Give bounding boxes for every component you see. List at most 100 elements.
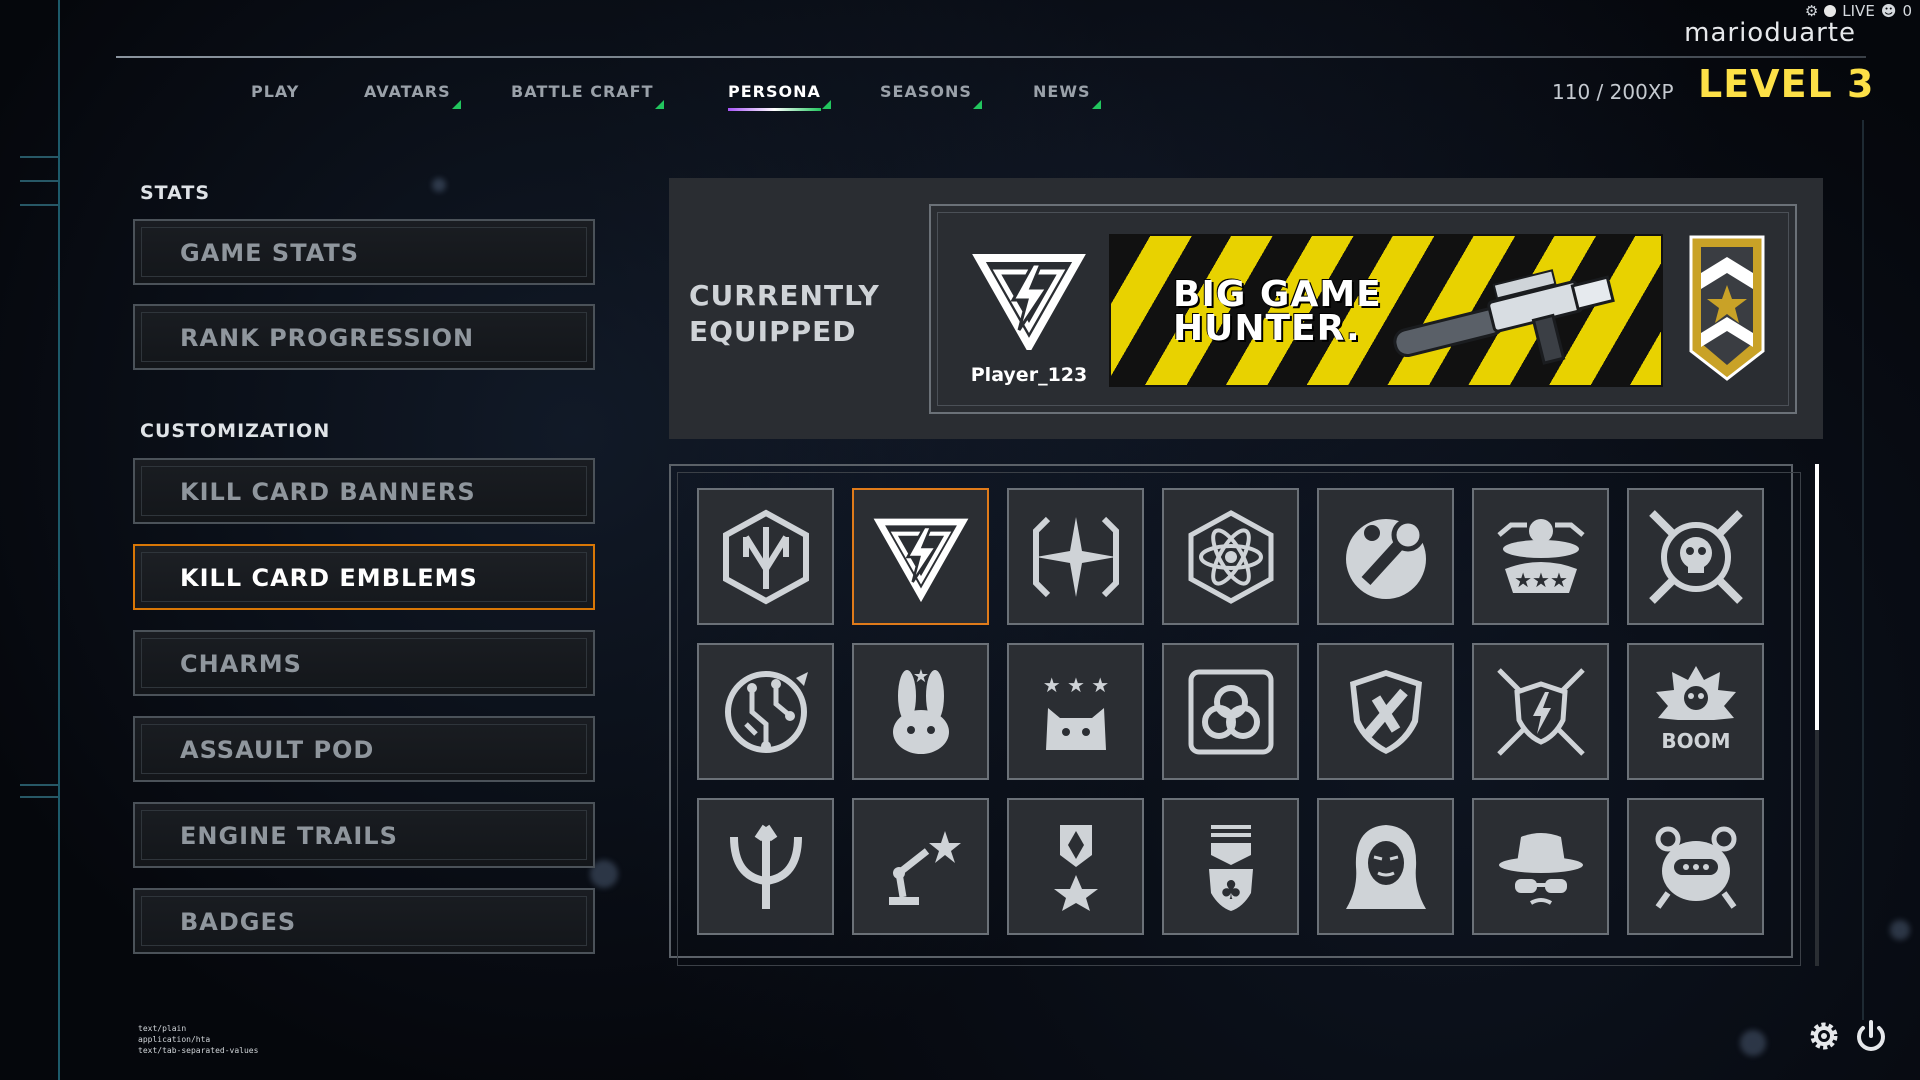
button-label: KILL CARD EMBLEMS (180, 564, 478, 592)
rocket-shield-icon (1349, 669, 1422, 754)
emblem-cell[interactable] (1162, 643, 1299, 780)
button-label: KILL CARD BANNERS (180, 478, 476, 506)
tab-label: BATTLE CRAFT (511, 82, 654, 101)
space-dust (1890, 920, 1910, 940)
svg-text:★★★: ★★★ (1514, 568, 1568, 592)
customization-heading: CUSTOMIZATION (140, 420, 331, 442)
stats-heading: STATS (140, 182, 211, 204)
emblem-cell[interactable] (1627, 798, 1764, 935)
charms-button[interactable]: CHARMS (133, 630, 595, 696)
banner-line: BIG GAME (1173, 274, 1382, 315)
emblem-scrollbar[interactable] (1815, 464, 1819, 966)
emblem-cell-selected[interactable] (852, 488, 989, 625)
button-label: ASSAULT POD (180, 736, 375, 764)
equipped-title-line: CURRENTLY (689, 279, 880, 312)
assault-pod-button[interactable]: ASSAULT POD (133, 716, 595, 782)
emblem-cell[interactable] (697, 488, 834, 625)
hacker-mask-icon (1345, 824, 1426, 909)
circuit-planet-icon (724, 670, 808, 753)
tab-label: NEWS (1033, 82, 1091, 101)
emblem-cell[interactable] (852, 798, 989, 935)
debug-line: text/tab-separated-values (138, 1046, 259, 1055)
level-label: LEVEL 3 (1698, 62, 1875, 106)
new-marker-icon (972, 100, 982, 109)
tab-battle-craft[interactable]: BATTLE CRAFT (511, 82, 664, 109)
emblem-cell[interactable] (1162, 488, 1299, 625)
debug-line: text/plain (138, 1024, 187, 1033)
new-marker-icon (451, 100, 461, 109)
banner-title: BIG GAME HUNTER. (1173, 274, 1382, 349)
rail-tick (20, 796, 58, 798)
diamond-star-medal-icon (1053, 824, 1098, 911)
tab-label: SEASONS (880, 82, 972, 101)
tab-avatars[interactable]: AVATARS (364, 82, 461, 109)
currently-equipped-panel: CURRENTLY EQUIPPED Player_123 BIG GAME H… (669, 178, 1823, 439)
tab-news[interactable]: NEWS (1033, 82, 1101, 109)
emblem-cell[interactable]: ♣ (1162, 798, 1299, 935)
astronaut-skull-icon (1648, 509, 1743, 604)
button-label: GAME STATS (180, 239, 360, 267)
tab-label: PERSONA (728, 82, 821, 101)
tab-seasons[interactable]: SEASONS (880, 82, 982, 109)
emblem-cell[interactable] (1317, 798, 1454, 935)
robot-arm-icon (888, 830, 961, 905)
emblem-cell[interactable]: ★★★ (1472, 488, 1609, 625)
game-stats-button[interactable]: GAME STATS (133, 219, 595, 285)
rail-tick (20, 204, 58, 206)
emblem-cell[interactable] (1317, 643, 1454, 780)
banner-line: HUNTER. (1173, 308, 1361, 349)
debug-note: text/plain application/hta text/tab-sepa… (138, 1023, 258, 1056)
tab-play[interactable]: PLAY (251, 82, 299, 101)
gear-icon[interactable] (1806, 1018, 1842, 1054)
emblem-cell[interactable] (1007, 488, 1144, 625)
svg-text:♣: ♣ (1219, 876, 1242, 906)
new-marker-icon (821, 100, 831, 109)
badges-button[interactable]: BADGES (133, 888, 595, 954)
comet-icon (1345, 518, 1426, 599)
scrollbar-thumb[interactable] (1815, 464, 1819, 730)
emblem-cell[interactable] (1007, 798, 1144, 935)
spy-hat-icon (1498, 832, 1583, 905)
rank-progression-button[interactable]: RANK PROGRESSION (133, 304, 595, 370)
boom-skull-icon: BOOM (1655, 665, 1736, 753)
biohazard-icon (1188, 669, 1273, 754)
right-rail (1862, 120, 1864, 1020)
equipped-title-line: EQUIPPED (689, 315, 857, 348)
player-name: Player_123 (970, 364, 1088, 386)
left-rail (58, 0, 60, 1080)
rail-tick (20, 784, 58, 786)
engine-trails-button[interactable]: ENGINE TRAILS (133, 802, 595, 868)
emblem-cell[interactable] (697, 643, 834, 780)
emblem-cell[interactable] (1627, 488, 1764, 625)
active-tab-underline (728, 108, 821, 111)
button-label: ENGINE TRAILS (180, 822, 398, 850)
emblem-cell[interactable] (1317, 488, 1454, 625)
lightning-triangle-icon (873, 518, 968, 602)
emblem-cell[interactable] (1472, 643, 1609, 780)
bunny-icon: ★ (892, 666, 949, 754)
lightning-triangle-icon (972, 254, 1086, 350)
equipped-title: CURRENTLY EQUIPPED (689, 278, 880, 350)
emblem-cell[interactable]: BOOM (1627, 643, 1764, 780)
tab-persona[interactable]: PERSONA (728, 82, 831, 111)
header-divider (116, 56, 1866, 58)
robot-head-icon (1655, 826, 1736, 909)
kill-card-emblems-button[interactable]: KILL CARD EMBLEMS (133, 544, 595, 610)
emblem-cell[interactable] (1472, 798, 1609, 935)
space-dust (1740, 1030, 1766, 1056)
emblem-cell[interactable] (697, 798, 834, 935)
players-icon: ☻ (1880, 2, 1897, 20)
rail-tick (20, 180, 58, 182)
new-marker-icon (1091, 100, 1101, 109)
player-count: 0 (1902, 2, 1912, 20)
boom-text: BOOM (1661, 729, 1730, 753)
kill-card-banners-button[interactable]: KILL CARD BANNERS (133, 458, 595, 524)
new-marker-icon (654, 100, 664, 109)
svg-text:★ ★ ★: ★ ★ ★ (1042, 673, 1109, 697)
rail-tick (20, 156, 58, 158)
space-dust (432, 178, 446, 192)
button-label: RANK PROGRESSION (180, 324, 475, 352)
emblem-cell[interactable]: ★ ★ ★ (1007, 643, 1144, 780)
emblem-cell[interactable]: ★ (852, 643, 989, 780)
power-icon[interactable] (1853, 1018, 1889, 1054)
